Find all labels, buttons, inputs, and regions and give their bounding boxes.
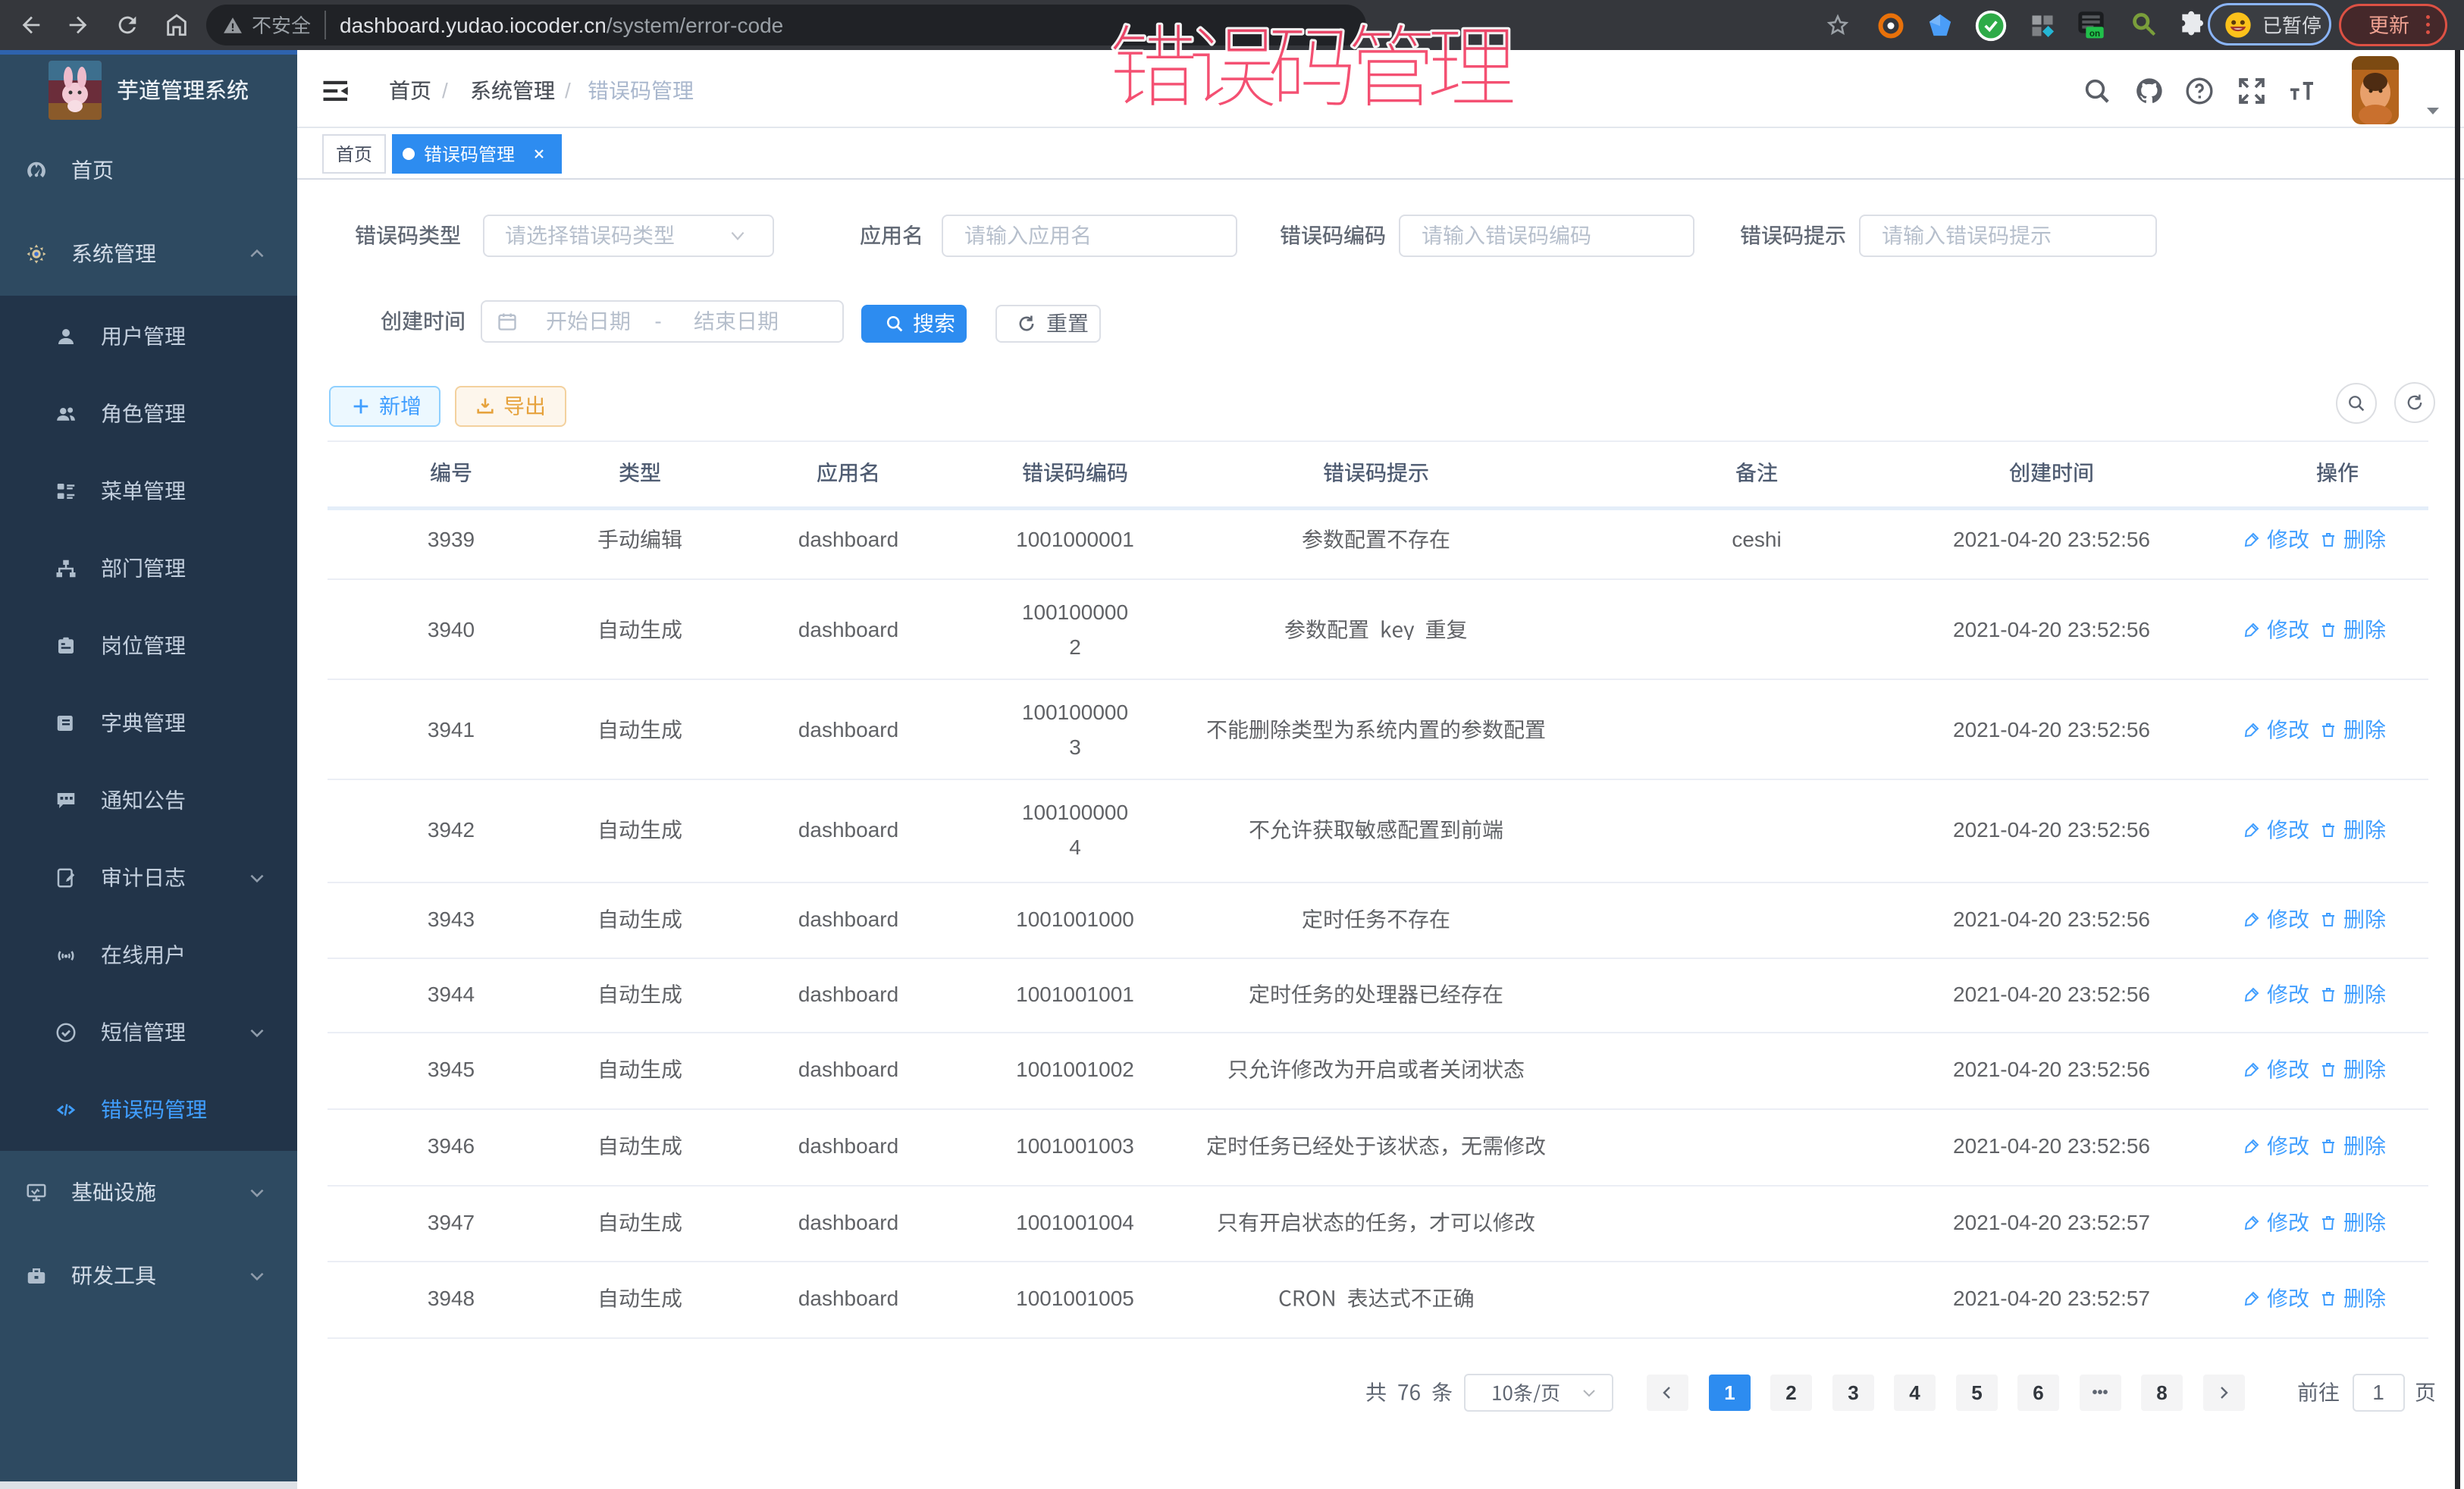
svg-text:on: on xyxy=(2089,29,2100,39)
